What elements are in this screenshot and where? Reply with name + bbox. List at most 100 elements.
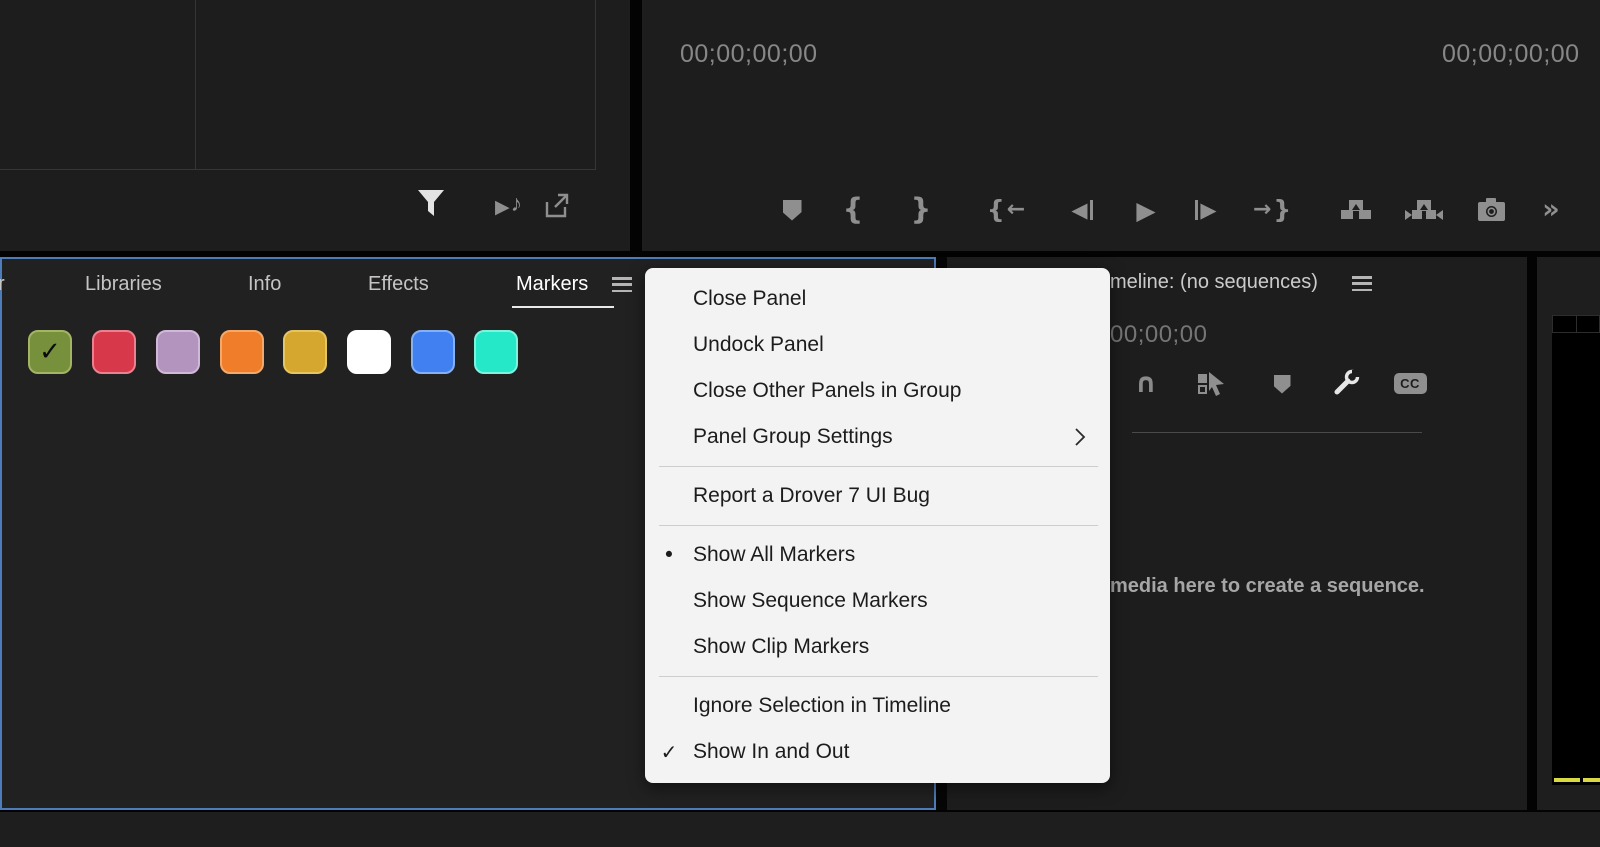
timeline-panel-menu-button[interactable] [1352,276,1372,291]
color-swatch-gold[interactable] [283,330,327,374]
panel-gap [1527,257,1537,810]
insert-icon [1341,200,1371,219]
go-to-out-button[interactable]: → } [1248,192,1296,226]
panel-gap [630,0,642,251]
menu-separator [659,676,1098,677]
step-back-button[interactable]: ◀ [1064,196,1100,224]
arrow-left-icon: ← [1006,196,1026,222]
go-to-in-button[interactable]: { ← [982,192,1030,226]
menu-separator [659,466,1098,467]
menu-item-label: Undock Panel [693,333,824,356]
menu-item-panel-group-settings[interactable]: Panel Group Settings [645,414,1110,460]
linked-selection-icon [1198,372,1224,396]
add-marker-button[interactable] [778,196,806,224]
bottom-strip [0,812,1600,847]
play-icon: ▶ [1136,195,1156,225]
project-panel: ▶♪ [0,0,630,251]
step-forward-icon: ▶ [1200,198,1217,222]
markers-panel-menu-button[interactable] [612,277,632,292]
menu-item-show-clip-markers[interactable]: Show Clip Markers [645,624,1110,670]
program-monitor-panel: 00;00;00;00 00;00;00;00 { } { ← ◀ ▶ ▶ → … [642,0,1600,251]
menu-item-label: Show All Markers [693,543,856,566]
menu-item-show-all-markers[interactable]: • Show All Markers [645,532,1110,578]
timeline-marker-button[interactable] [1269,370,1295,398]
drop-media-hint: media here to create a sequence. [1110,575,1425,597]
submenu-chevron-icon [1075,428,1086,446]
timeline-settings-button[interactable] [1331,367,1363,399]
filter-button[interactable] [414,186,448,222]
go-to-out-icon: } [1273,194,1292,224]
check-icon: ✓ [660,740,678,764]
overwrite-icon [1405,200,1443,220]
step-bar [1089,200,1093,220]
audio-meters-panel [1537,257,1600,810]
menu-item-close-other-panels-in-group[interactable]: Close Other Panels in Group [645,368,1110,414]
tab-markers[interactable]: Markers [516,273,588,296]
meter-header-cells [1552,315,1600,333]
color-swatch-green[interactable]: ✓ [28,330,72,374]
menu-item-close-panel[interactable]: Close Panel [645,276,1110,322]
menu-item-label: Ignore Selection in Timeline [693,694,951,717]
menu-item-label: Show Sequence Markers [693,589,928,612]
captions-icon: CC [1393,372,1427,394]
menu-separator [659,525,1098,526]
color-swatch-white[interactable] [347,330,391,374]
step-forward-button[interactable]: ▶ [1188,196,1224,224]
bullet-icon: • [662,543,676,567]
more-icon: » [1542,193,1560,225]
marker-icon [1273,374,1291,394]
menu-item-label: Show Clip Markers [693,635,870,658]
menu-item-show-in-and-out[interactable]: ✓ Show In and Out [645,729,1110,775]
check-icon: ✓ [39,337,61,367]
export-icon [545,193,569,218]
insert-button[interactable] [1336,194,1376,226]
arrow-right-icon: → [1252,196,1272,222]
menu-item-show-sequence-markers[interactable]: Show Sequence Markers [645,578,1110,624]
color-swatch-orange[interactable] [220,330,264,374]
color-swatch-mauve[interactable] [156,330,200,374]
camera-icon [1478,198,1505,221]
snap-toggle-button[interactable]: ∩ [1131,367,1161,399]
duration-timecode: 00;00;00;00 [1442,40,1580,68]
color-swatch-red[interactable] [92,330,136,374]
meter-level-mark [1554,778,1580,782]
snap-magnet-icon: ∩ [1135,367,1157,399]
linked-selection-button[interactable] [1195,369,1229,399]
menu-item-undock-panel[interactable]: Undock Panel [645,322,1110,368]
mark-out-icon: } [910,192,932,226]
step-bar [1195,200,1199,220]
tab-r[interactable]: r [0,273,5,296]
meter-level-mark [1583,778,1600,782]
play-audio-preview-icon: ▶♪ [494,189,524,218]
overwrite-button[interactable] [1402,194,1446,226]
play-button[interactable]: ▶ [1130,194,1162,226]
add-marker-icon [782,199,802,221]
timeline-timecode: 00;00;00 [1110,321,1208,348]
timeline-divider [1132,432,1422,433]
mark-in-icon: { [842,192,864,226]
project-bin-area[interactable] [0,0,596,170]
color-swatch-blue[interactable] [411,330,455,374]
audio-meter [1552,315,1600,785]
more-options-button[interactable]: » [1536,192,1566,226]
play-audio-preview-button[interactable]: ▶♪ [488,190,530,220]
step-back-icon: ◀ [1071,198,1088,222]
settings-wrench-icon [1334,369,1360,395]
tab-info[interactable]: Info [248,273,281,296]
export-button[interactable] [540,188,574,222]
export-frame-button[interactable] [1474,194,1510,226]
tab-effects[interactable]: Effects [368,273,429,296]
color-swatch-teal[interactable] [474,330,518,374]
filter-icon [418,190,444,216]
mark-out-button[interactable]: } [908,189,934,229]
captions-button[interactable]: CC [1391,370,1429,396]
mark-in-button[interactable]: { [840,189,866,229]
menu-item-ignore-selection-in-timeline[interactable]: Ignore Selection in Timeline [645,683,1110,729]
tab-libraries[interactable]: Libraries [85,273,162,296]
timeline-tab-label[interactable]: meline: (no sequences) [1110,271,1318,294]
panel-context-menu: Close Panel Undock Panel Close Other Panel… [645,268,1110,783]
active-tab-underline [512,306,614,308]
menu-item-label: Close Panel [693,287,807,310]
menu-item-report-a-drover-7-ui-bug[interactable]: Report a Drover 7 UI Bug [645,473,1110,519]
menu-item-label: Panel Group Settings [693,425,893,448]
